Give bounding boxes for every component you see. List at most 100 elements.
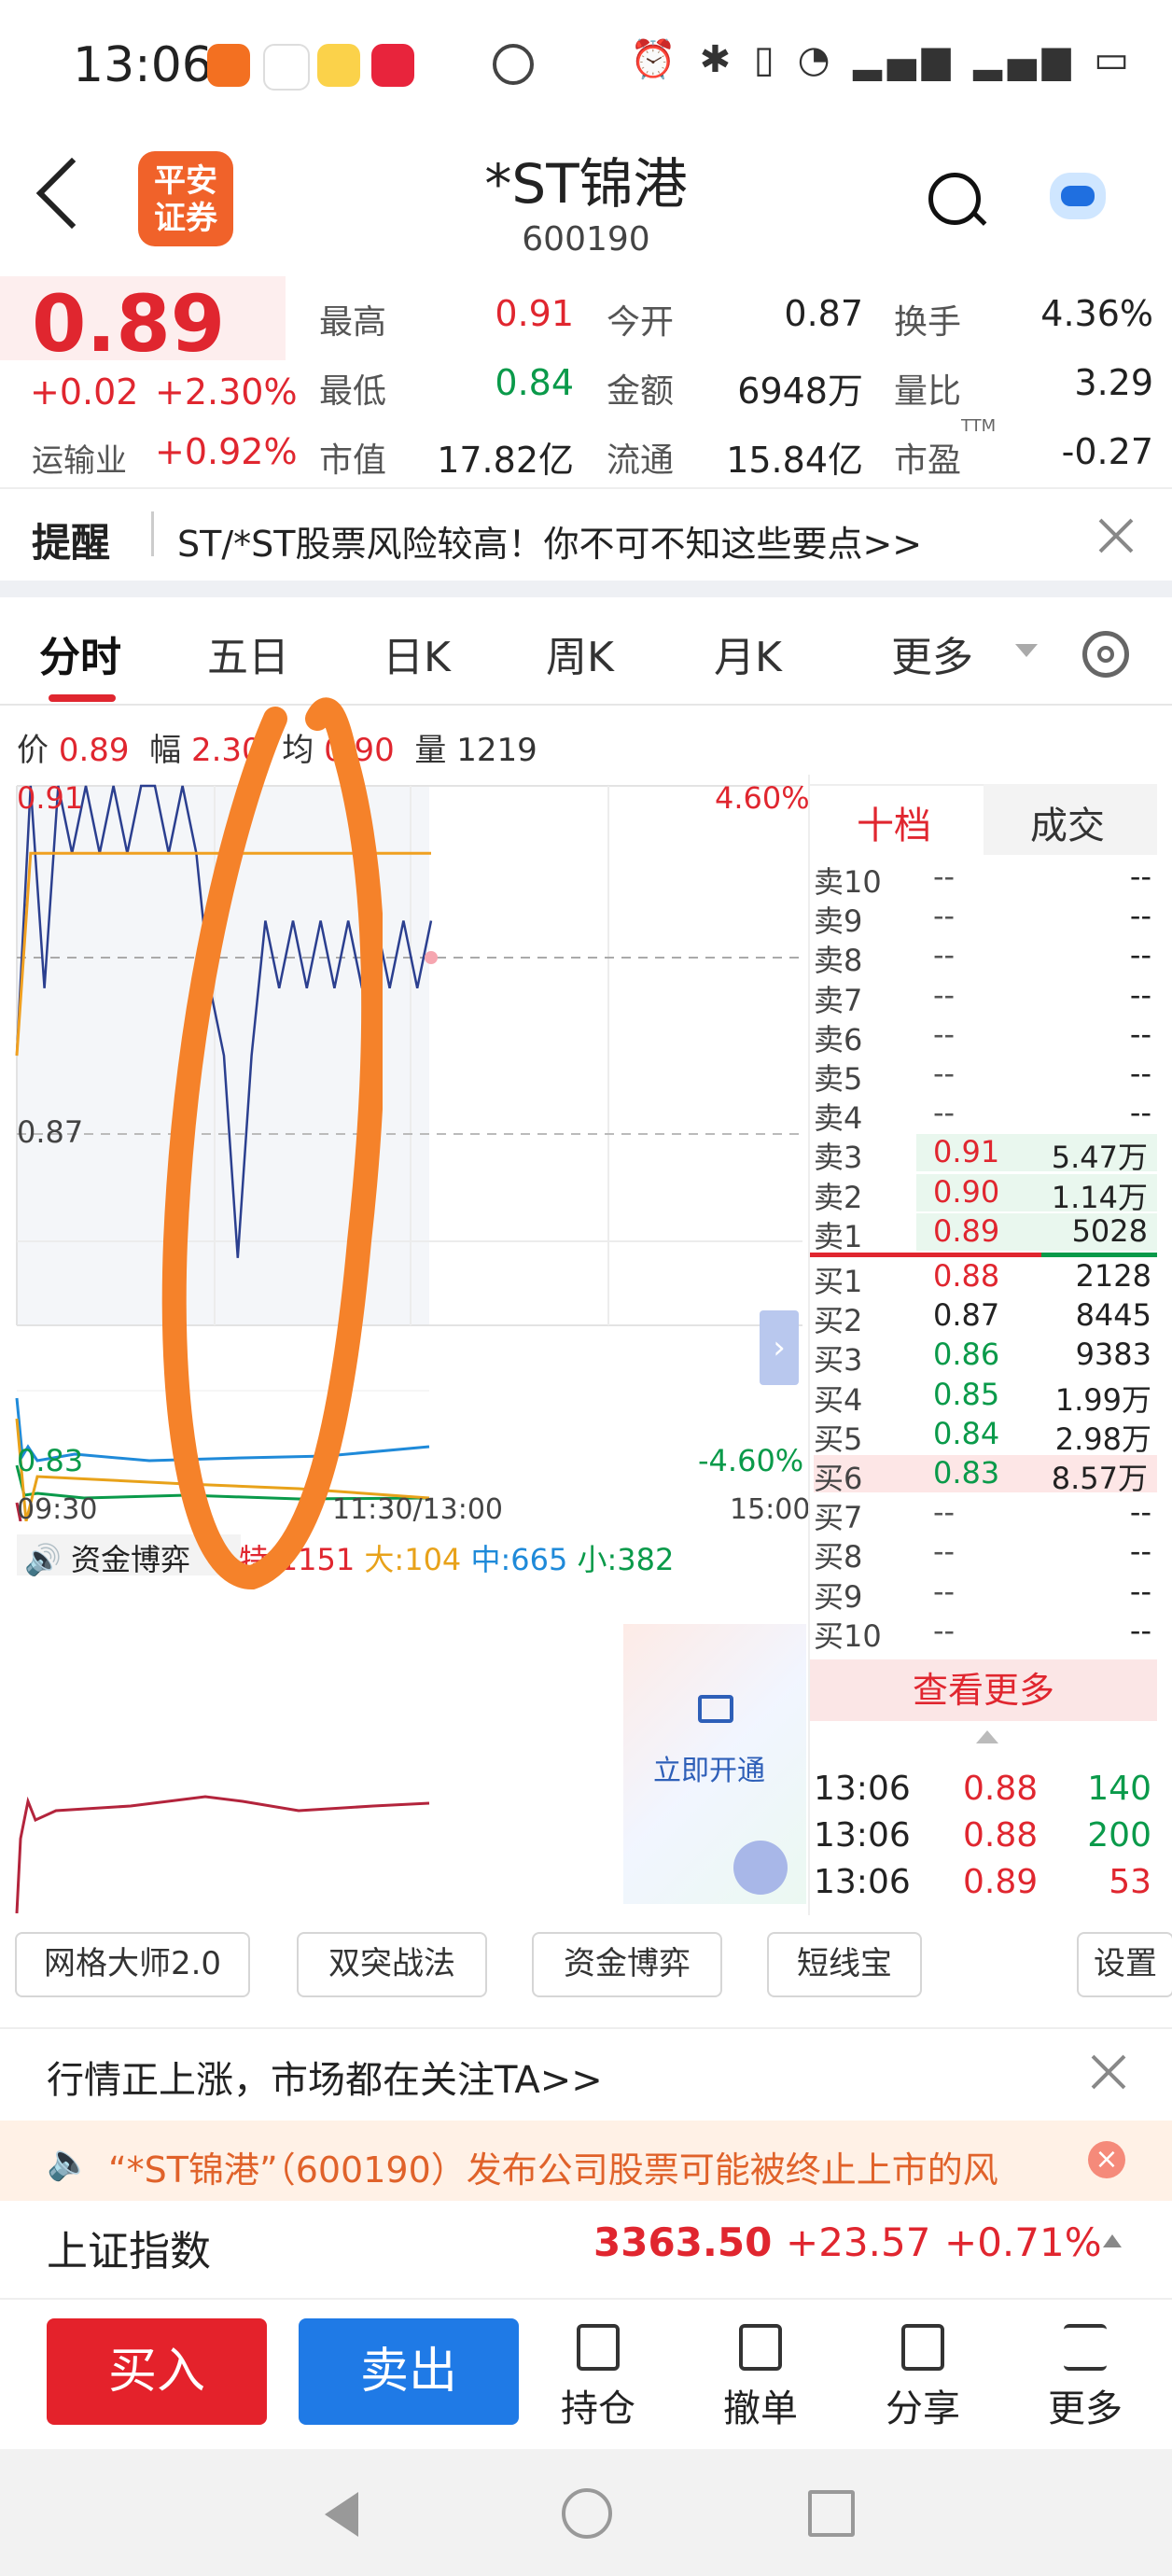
- orderbook-row[interactable]: 买3 0.86 9383: [814, 1337, 1157, 1378]
- share-button[interactable]: 分享: [872, 2324, 974, 2432]
- chip-short-term[interactable]: 短线宝: [767, 1932, 922, 1997]
- orderbook-volume: 2.98万: [1054, 1421, 1151, 1457]
- chip-grid-master[interactable]: 网格大师2.0: [15, 1932, 250, 1997]
- orderbook-volume: 9383: [1075, 1337, 1151, 1373]
- price-change-pct: +2.30%: [155, 371, 298, 413]
- current-price: 0.89: [32, 278, 226, 370]
- orderbook-row[interactable]: 买5 0.84 2.98万: [814, 1416, 1157, 1457]
- orderbook-row[interactable]: 买7 -- --: [814, 1494, 1157, 1535]
- orderbook-row[interactable]: 买9 -- --: [814, 1573, 1157, 1615]
- quote-label: 最高: [319, 303, 387, 342]
- trade-time: 13:06: [814, 1770, 911, 1808]
- quote-label: 流通: [607, 441, 675, 480]
- trade-price: 0.88: [963, 1816, 1039, 1855]
- fullscreen-icon[interactable]: [733, 1841, 788, 1895]
- quote-value-amount: 6948万: [737, 371, 863, 412]
- more-button[interactable]: 更多: [1034, 2324, 1137, 2432]
- orderbook-row[interactable]: 卖10 -- --: [814, 859, 1157, 900]
- orderbook-row[interactable]: 卖9 -- --: [814, 898, 1157, 939]
- market-notice-text[interactable]: 行情正上涨，市场都在关注TA>>: [47, 2050, 603, 2104]
- orderbook-level-label: 卖2: [814, 1179, 863, 1215]
- trade-price: 0.89: [963, 1863, 1039, 1901]
- buy-button[interactable]: 买入: [47, 2318, 267, 2425]
- orderbook-volume: --: [1129, 898, 1151, 934]
- gear-icon[interactable]: [1082, 631, 1129, 678]
- orderbook-row[interactable]: 买4 0.85 1.99万: [814, 1377, 1157, 1418]
- alert-text[interactable]: ST/*ST股票风险较高！你不可不知这些要点>>: [177, 515, 922, 567]
- quote-value-pe: -0.27: [1061, 431, 1153, 472]
- holdings-button[interactable]: 持仓: [547, 2324, 649, 2432]
- expand-up-icon[interactable]: [1103, 2234, 1122, 2247]
- orderbook-row[interactable]: 卖6 -- --: [814, 1016, 1157, 1057]
- last-price-dot: [425, 951, 438, 964]
- orderbook-row[interactable]: 卖8 -- --: [814, 937, 1157, 978]
- orderbook-price: --: [933, 1573, 956, 1609]
- view-more-button[interactable]: 查看更多: [810, 1659, 1157, 1721]
- orderbook-price: --: [933, 859, 956, 894]
- orderbook-level-label: 买6: [814, 1461, 863, 1496]
- orderbook-level-label: 卖5: [814, 1061, 863, 1097]
- sell-button[interactable]: 卖出: [299, 2318, 519, 2425]
- intraday-chart[interactable]: [0, 775, 808, 1521]
- dropdown-arrow-icon[interactable]: [1015, 644, 1038, 657]
- tab-weekly-k[interactable]: 周K: [546, 623, 614, 683]
- orderbook-row[interactable]: 卖5 -- --: [814, 1056, 1157, 1097]
- orderbook-price: --: [933, 937, 956, 973]
- orderbook-row[interactable]: 卖1 0.89 5028: [814, 1212, 1157, 1254]
- cancel-order-button[interactable]: 撤单: [709, 2324, 812, 2432]
- tab-more[interactable]: 更多: [891, 623, 973, 683]
- chip-settings[interactable]: 设置: [1077, 1932, 1172, 1997]
- orderbook-volume: --: [1129, 1494, 1151, 1531]
- chip-fund-game[interactable]: 资金博弈: [532, 1932, 722, 1997]
- app-notification-icon: [317, 44, 360, 87]
- status-bar: 13:06 ⏰ ✱ ▯ ◔ ▂▄▆ ▂▄▆ ▭: [0, 0, 1172, 131]
- tab-intraday[interactable]: 分时: [39, 623, 121, 683]
- orderbook-volume: --: [1129, 1573, 1151, 1609]
- active-tab-indicator: [49, 694, 116, 702]
- orderbook-row[interactable]: 买6 0.83 8.57万: [814, 1455, 1157, 1496]
- orderbook-volume: --: [1129, 976, 1151, 1013]
- nav-back-icon[interactable]: [325, 2492, 358, 2537]
- quote-label: 金额: [607, 372, 675, 411]
- x-label-open: 09:30: [17, 1493, 98, 1526]
- close-icon[interactable]: [1090, 2053, 1127, 2091]
- sector-label[interactable]: 运输业: [32, 435, 127, 481]
- orderbook-volume: 1.14万: [1051, 1179, 1148, 1215]
- orderbook-row[interactable]: 买10 -- --: [814, 1612, 1157, 1654]
- expand-panel-chevron-icon[interactable]: ›: [760, 1310, 799, 1385]
- orderbook-price: 0.88: [933, 1258, 1000, 1294]
- orderbook-price: --: [933, 1533, 956, 1570]
- announcement-text[interactable]: “*ST锦港”（600190）发布公司股票可能被终止上市的风: [108, 2141, 1041, 2192]
- trade-time: 13:06: [814, 1863, 911, 1901]
- xiaohongshu-icon: [371, 44, 414, 87]
- orderbook-row[interactable]: 买2 0.87 8445: [814, 1297, 1157, 1338]
- chip-double-breakout[interactable]: 双突战法: [297, 1932, 487, 1997]
- tab-daily-k[interactable]: 日K: [383, 623, 451, 683]
- orderbook-row[interactable]: 卖3 0.91 5.47万: [814, 1134, 1157, 1175]
- assistant-robot-icon[interactable]: [1050, 173, 1106, 219]
- search-icon[interactable]: [928, 173, 981, 225]
- orderbook-price: --: [933, 976, 956, 1013]
- orderbook-price: 0.90: [933, 1173, 1000, 1210]
- orderbook-volume: --: [1129, 1056, 1151, 1091]
- tab-ten-levels-label[interactable]: 十档: [857, 795, 931, 849]
- nav-home-icon[interactable]: [562, 2488, 612, 2539]
- orderbook-level-label: 买9: [814, 1578, 863, 1615]
- orderbook-volume: --: [1129, 1612, 1151, 1648]
- orderbook-row[interactable]: 卖4 -- --: [814, 1095, 1157, 1136]
- orderbook-row[interactable]: 买1 0.88 2128: [814, 1258, 1157, 1299]
- hand-drawn-annotation: [161, 697, 383, 1590]
- orderbook-row[interactable]: 卖2 0.90 1.14万: [814, 1173, 1157, 1215]
- unlock-link[interactable]: 立即开通: [653, 1747, 765, 1788]
- tab-five-day[interactable]: 五日: [207, 623, 289, 683]
- tab-trades-label[interactable]: 成交: [1030, 795, 1105, 849]
- orderbook-row[interactable]: 卖7 -- --: [814, 976, 1157, 1018]
- orderbook-volume: 2128: [1075, 1258, 1151, 1294]
- tab-monthly-k[interactable]: 月K: [714, 623, 782, 683]
- orderbook-level-label: 买10: [814, 1617, 882, 1654]
- close-icon[interactable]: [1097, 517, 1135, 554]
- nav-recents-icon[interactable]: [808, 2490, 855, 2537]
- orderbook-row[interactable]: 买8 -- --: [814, 1533, 1157, 1575]
- close-icon[interactable]: ×: [1088, 2141, 1125, 2178]
- orderbook-volume: --: [1129, 937, 1151, 973]
